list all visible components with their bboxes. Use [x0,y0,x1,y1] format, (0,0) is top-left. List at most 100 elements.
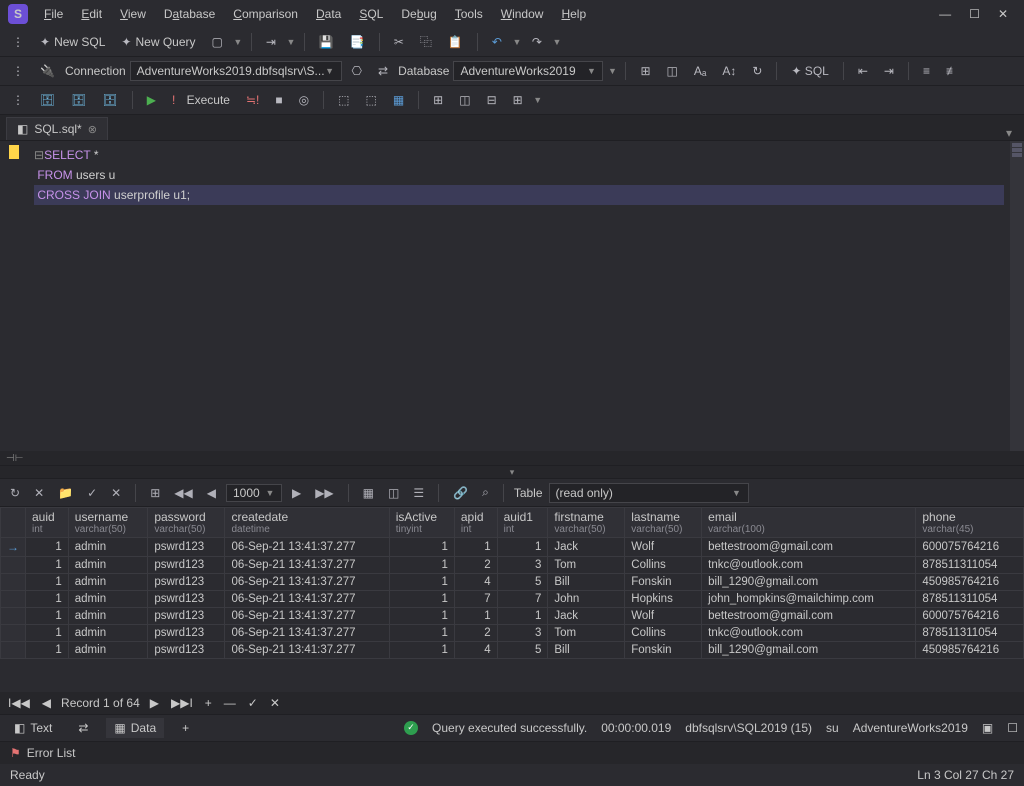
code-editor[interactable]: ⊟SELECT * FROM users u CROSS JOIN userpr… [0,141,1024,451]
reject-icon[interactable]: ✕ [107,484,125,502]
cell[interactable]: 4 [454,574,497,591]
refresh-results-icon[interactable]: ↻ [6,484,24,502]
add-tab-button[interactable]: + [174,718,197,738]
mode-combo[interactable]: (read only)▼ [549,483,749,503]
cell[interactable]: 1 [389,608,454,625]
split-handle-h[interactable]: ⊣⊢ [0,451,1024,465]
target-icon[interactable]: ◎ [293,90,315,110]
new-sql-button[interactable]: ✦ New SQL [34,32,111,52]
cell[interactable]: 1 [454,608,497,625]
menu-debug[interactable]: Debug [393,3,444,25]
cell[interactable]: 06-Sep-21 13:41:37.277 [225,625,389,642]
cell[interactable]: 06-Sep-21 13:41:37.277 [225,538,389,557]
nav-prev-icon[interactable]: ◀ [40,696,53,710]
search-icon[interactable]: ⌕ [478,483,493,502]
cell[interactable]: 06-Sep-21 13:41:37.277 [225,574,389,591]
column-header[interactable]: apidint [454,508,497,538]
comment-icon[interactable]: ≡ [917,61,936,81]
run-icon[interactable]: ▶ [141,90,162,110]
cell[interactable]: Collins [625,557,702,574]
folder-icon[interactable]: 📁 [54,484,77,502]
handle-icon[interactable]: ⋮ [6,90,30,110]
cell[interactable]: john_hompkins@mailchimp.com [702,591,916,608]
import-icon[interactable]: ⇥ [260,32,282,52]
column-header[interactable]: createdatedatetime [225,508,389,538]
cell[interactable]: Wolf [625,538,702,557]
cell[interactable]: John [548,591,625,608]
execute-button[interactable]: ! Execute [166,90,236,110]
format-icon[interactable]: ⊞ [634,61,656,81]
cell[interactable]: 600075764216 [916,608,1024,625]
row-header[interactable] [1,625,26,642]
sql-icon[interactable]: ✦ SQL [785,61,834,81]
cut-icon[interactable]: ✂ [388,32,410,52]
pane-splitter[interactable]: ▾ [0,465,1024,479]
cell[interactable]: 450985764216 [916,642,1024,659]
copy-icon[interactable]: ⿻ [414,30,438,53]
menu-data[interactable]: Data [308,3,349,25]
cell[interactable]: pswrd123 [148,625,225,642]
cell[interactable]: bettestroom@gmail.com [702,608,916,625]
page-size-combo[interactable]: 1000▼ [226,484,282,502]
grid-icon[interactable]: ⊞ [146,484,164,502]
tab-text[interactable]: ◧Text [6,718,60,738]
export3-icon[interactable]: ▦ [387,90,410,110]
cell[interactable]: 1 [389,625,454,642]
cell[interactable]: Bill [548,574,625,591]
view3-icon[interactable]: ⊟ [481,90,503,110]
row-header[interactable] [1,608,26,625]
cell[interactable]: bettestroom@gmail.com [702,538,916,557]
cell[interactable]: Hopkins [625,591,702,608]
db3-icon[interactable]: 🗄 [96,90,123,110]
column-header[interactable]: isActivetinyint [389,508,454,538]
cell[interactable]: 1 [26,557,69,574]
monitor-icon[interactable]: ▣ [982,721,993,735]
nav-cancel-icon[interactable]: ✕ [268,696,282,710]
cell[interactable]: pswrd123 [148,591,225,608]
table-row[interactable]: 1adminpswrd12306-Sep-21 13:41:37.277123T… [1,625,1024,642]
cell[interactable]: 1 [26,591,69,608]
chevron-down-icon[interactable]: ▼ [512,37,522,47]
column-header[interactable]: emailvarchar(100) [702,508,916,538]
case-icon[interactable]: Aₐ [688,61,712,81]
first-page-icon[interactable]: ◀◀ [170,484,196,502]
cell[interactable]: 4 [454,642,497,659]
view4-icon[interactable]: ⊞ [507,90,529,110]
cancel-icon[interactable]: ✕ [30,484,48,502]
cell[interactable]: admin [68,591,148,608]
new-query-button[interactable]: ✦ New Query [115,32,201,52]
cell[interactable]: 1 [26,625,69,642]
chevron-down-icon[interactable]: ▼ [286,37,296,47]
menu-edit[interactable]: Edit [73,3,110,25]
view1-icon[interactable]: ⊞ [427,90,449,110]
cell[interactable]: admin [68,625,148,642]
uncomment-icon[interactable]: ≢ [940,61,964,81]
last-page-icon[interactable]: ▶▶ [311,484,337,502]
menu-help[interactable]: Help [553,3,594,25]
cell[interactable]: bill_1290@gmail.com [702,574,916,591]
cell[interactable]: 3 [497,625,548,642]
cell[interactable]: 5 [497,574,548,591]
row-header[interactable] [1,591,26,608]
cell[interactable]: admin [68,608,148,625]
cell[interactable]: pswrd123 [148,608,225,625]
cell[interactable]: 1 [497,608,548,625]
cell[interactable]: 1 [389,557,454,574]
cell[interactable]: 1 [26,642,69,659]
cell[interactable]: tnkc@outlook.com [702,557,916,574]
menu-sql[interactable]: SQL [351,3,391,25]
cell[interactable]: 878511311054 [916,625,1024,642]
cell[interactable]: 06-Sep-21 13:41:37.277 [225,591,389,608]
code-area[interactable]: ⊟SELECT * FROM users u CROSS JOIN userpr… [28,141,1010,451]
paste-icon[interactable]: 📋 [442,32,469,52]
cell[interactable]: 878511311054 [916,591,1024,608]
database-combo[interactable]: AdventureWorks2019▼ [453,61,603,81]
table-row[interactable]: 1adminpswrd12306-Sep-21 13:41:37.277111J… [1,608,1024,625]
save-all-icon[interactable]: 📑 [344,32,371,52]
chevron-down-icon[interactable]: ▼ [607,66,617,76]
table-row[interactable]: 1adminpswrd12306-Sep-21 13:41:37.277123T… [1,557,1024,574]
cell[interactable]: 5 [497,642,548,659]
handle-icon[interactable]: ⋮ [6,61,30,81]
next-page-icon[interactable]: ▶ [288,484,305,502]
cell[interactable]: pswrd123 [148,557,225,574]
